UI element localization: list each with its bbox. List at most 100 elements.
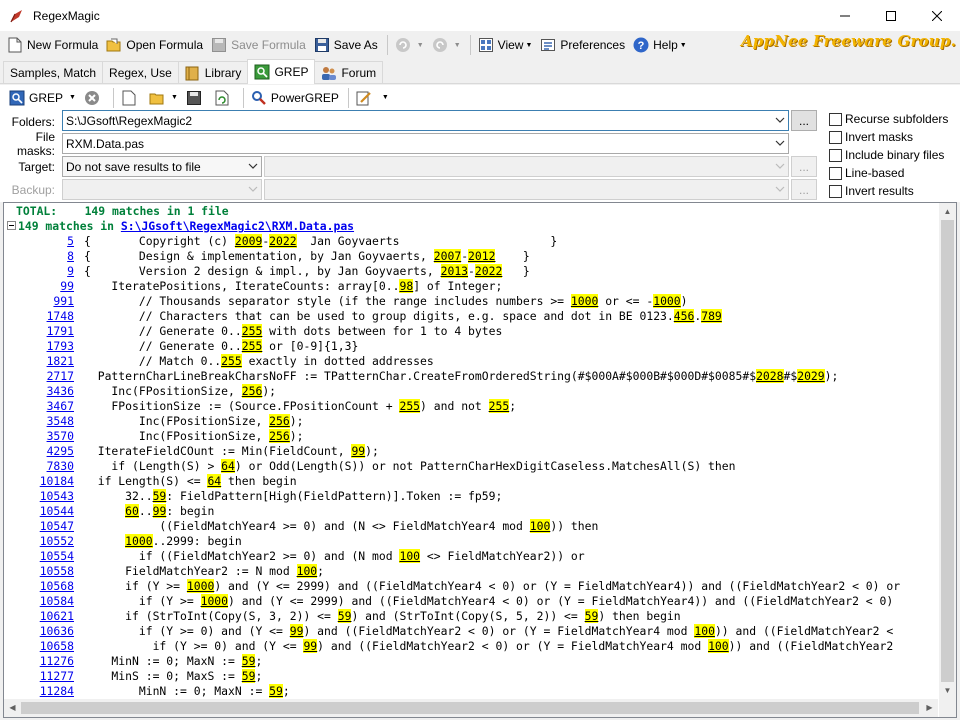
minimize-button[interactable] xyxy=(822,0,868,31)
result-line[interactable]: 7830 if (Length(S) > 64) or Odd(Length(S… xyxy=(4,459,736,474)
clear-results-button[interactable] xyxy=(118,87,144,109)
result-line[interactable]: 10184 if Length(S) <= 64 then begin xyxy=(4,474,297,489)
line-number-link[interactable]: 10636 xyxy=(4,624,74,639)
scroll-down-icon[interactable]: ▼ xyxy=(939,682,956,699)
result-line[interactable]: 10547 ((FieldMatchYear4 >= 0) and (N <> … xyxy=(4,519,598,534)
grep-button[interactable]: GREP ▼ xyxy=(6,87,79,109)
tab-grep[interactable]: GREP xyxy=(247,59,316,84)
horizontal-scrollbar[interactable]: ◀ ▶ xyxy=(4,699,938,717)
result-line[interactable]: 3548 Inc(FPositionSize, 256); xyxy=(4,414,303,429)
line-number-link[interactable]: 3570 xyxy=(4,429,74,444)
edit-options-button[interactable]: ▼ xyxy=(353,87,392,109)
include-binary-files-checkbox[interactable]: Include binary files xyxy=(829,147,944,163)
result-line[interactable]: 11277 MinS := 0; MaxS := 59; xyxy=(4,669,262,684)
redo-button[interactable]: ▼ xyxy=(429,34,464,56)
line-number-link[interactable]: 3436 xyxy=(4,384,74,399)
line-number-link[interactable]: 1791 xyxy=(4,324,74,339)
scroll-up-icon[interactable]: ▲ xyxy=(939,203,956,220)
preferences-button[interactable]: Preferences xyxy=(537,34,628,56)
result-line[interactable]: 10543 32..59: FieldPattern[High(FieldPat… xyxy=(4,489,502,504)
maximize-button[interactable] xyxy=(868,0,914,31)
result-line[interactable]: 10568 if (Y >= 1000) and (Y <= 2999) and… xyxy=(4,579,900,594)
scroll-right-icon[interactable]: ▶ xyxy=(921,699,938,716)
line-number-link[interactable]: 11276 xyxy=(4,654,74,669)
result-line[interactable]: 10558 FieldMatchYear2 := N mod 100; xyxy=(4,564,324,579)
line-number-link[interactable]: 4295 xyxy=(4,444,74,459)
powergrep-button[interactable]: PowerGREP xyxy=(248,87,342,109)
line-number-link[interactable]: 1821 xyxy=(4,354,74,369)
tab-regex-use[interactable]: Regex, Use xyxy=(102,61,179,83)
tab-forum[interactable]: Forum xyxy=(314,61,384,83)
folders-browse-button[interactable]: ... xyxy=(791,110,817,131)
result-line[interactable]: 10658 if (Y >= 0) and (Y <= 99) and ((Fi… xyxy=(4,639,893,654)
line-number-link[interactable]: 10568 xyxy=(4,579,74,594)
line-number-link[interactable]: 10184 xyxy=(4,474,74,489)
result-line[interactable]: 1821 // Match 0..255 exactly in dotted a… xyxy=(4,354,434,369)
vertical-scrollbar[interactable]: ▲ ▼ xyxy=(939,203,956,699)
line-number-link[interactable]: 3467 xyxy=(4,399,74,414)
result-line[interactable]: 99 IteratePositions, IterateCounts: arra… xyxy=(4,279,502,294)
save-as-button[interactable]: Save As xyxy=(311,34,381,56)
result-line[interactable]: 10554 if ((FieldMatchYear2 >= 0) and (N … xyxy=(4,549,585,564)
filemasks-combobox[interactable]: RXM.Data.pas xyxy=(62,133,789,154)
line-number-link[interactable]: 10554 xyxy=(4,549,74,564)
result-line[interactable]: 10544 60..99: begin xyxy=(4,504,214,519)
result-line[interactable]: 10552 1000..2999: begin xyxy=(4,534,242,549)
save-formula-button[interactable]: Save Formula xyxy=(208,34,309,56)
result-line[interactable]: 11284 MinN := 0; MaxN := 59; xyxy=(4,684,290,699)
recurse-subfolders-checkbox[interactable]: Recurse subfolders xyxy=(829,111,948,127)
folders-combobox[interactable]: S:\JGsoft\RegexMagic2 xyxy=(62,110,789,131)
line-number-link[interactable]: 99 xyxy=(4,279,74,294)
result-line[interactable]: 11276 MinN := 0; MaxN := 59; xyxy=(4,654,262,669)
result-line[interactable]: 3436 Inc(FPositionSize, 256); xyxy=(4,384,276,399)
view-menu-button[interactable]: View ▼ xyxy=(475,34,536,56)
line-number-link[interactable]: 991 xyxy=(4,294,74,309)
file-path-link[interactable]: S:\JGsoft\RegexMagic2\RXM.Data.pas xyxy=(121,219,354,233)
backup-combobox[interactable] xyxy=(62,179,262,200)
result-line[interactable]: 10636 if (Y >= 0) and (Y <= 99) and ((Fi… xyxy=(4,624,893,639)
line-number-link[interactable]: 10552 xyxy=(4,534,74,549)
target-browse-button[interactable]: ... xyxy=(791,156,817,177)
line-number-link[interactable]: 1793 xyxy=(4,339,74,354)
result-line[interactable]: 3570 Inc(FPositionSize, 256); xyxy=(4,429,303,444)
result-line[interactable]: 4295 IterateFieldCOunt := Min(FieldCount… xyxy=(4,444,379,459)
line-number-link[interactable]: 10547 xyxy=(4,519,74,534)
line-number-link[interactable]: 11277 xyxy=(4,669,74,684)
save-results-button[interactable] xyxy=(183,87,209,109)
line-number-link[interactable]: 10558 xyxy=(4,564,74,579)
results-text[interactable]: TOTAL: 149 matches in 1 file 149 matches… xyxy=(4,203,938,699)
result-line[interactable]: 1748 // Characters that can be used to g… xyxy=(4,309,722,324)
tab-library[interactable]: Library xyxy=(177,61,249,83)
line-number-link[interactable]: 2717 xyxy=(4,369,74,384)
result-line[interactable]: 3467 FPositionSize := (Source.FPositionC… xyxy=(4,399,516,414)
horizontal-scroll-thumb[interactable] xyxy=(21,702,919,714)
line-based-checkbox[interactable]: Line-based xyxy=(829,165,904,181)
result-line[interactable]: 5{ Copyright (c) 2009-2022 Jan Goyvaerts… xyxy=(4,234,557,249)
line-number-link[interactable]: 3548 xyxy=(4,414,74,429)
line-number-link[interactable]: 8 xyxy=(4,249,74,264)
cancel-grep-button[interactable] xyxy=(81,87,107,109)
result-line[interactable]: 10584 if (Y >= 1000) and (Y <= 2999) and… xyxy=(4,594,893,609)
result-line[interactable]: 1793 // Generate 0..255 or [0-9]{1,3} xyxy=(4,339,358,354)
line-number-link[interactable]: 10584 xyxy=(4,594,74,609)
undo-button[interactable]: ▼ xyxy=(392,34,427,56)
line-number-link[interactable]: 10621 xyxy=(4,609,74,624)
backup-path-combobox[interactable] xyxy=(264,179,789,200)
collapse-icon[interactable] xyxy=(7,221,16,230)
backup-browse-button[interactable]: ... xyxy=(791,179,817,200)
refresh-results-button[interactable] xyxy=(211,87,237,109)
open-formula-button[interactable]: Open Formula xyxy=(103,34,206,56)
help-menu-button[interactable]: ? Help ▼ xyxy=(630,34,690,56)
open-results-button[interactable]: ▼ xyxy=(146,87,181,109)
line-number-link[interactable]: 7830 xyxy=(4,459,74,474)
grep-results-panel[interactable]: TOTAL: 149 matches in 1 file 149 matches… xyxy=(3,202,957,718)
result-line[interactable]: 10621 if (StrToInt(Copy(S, 3, 2)) <= 59)… xyxy=(4,609,681,624)
result-line[interactable]: 9 { Version 2 design & impl., by Jan Goyv… xyxy=(4,264,530,279)
vertical-scroll-thumb[interactable] xyxy=(941,220,954,682)
scroll-left-icon[interactable]: ◀ xyxy=(4,699,21,716)
line-number-link[interactable]: 10544 xyxy=(4,504,74,519)
new-formula-button[interactable]: New Formula xyxy=(4,34,101,56)
line-number-link[interactable]: 11284 xyxy=(4,684,74,699)
target-path-combobox[interactable] xyxy=(264,156,789,177)
result-line[interactable]: 8 { Design & implementation, by Jan Goyva… xyxy=(4,249,530,264)
